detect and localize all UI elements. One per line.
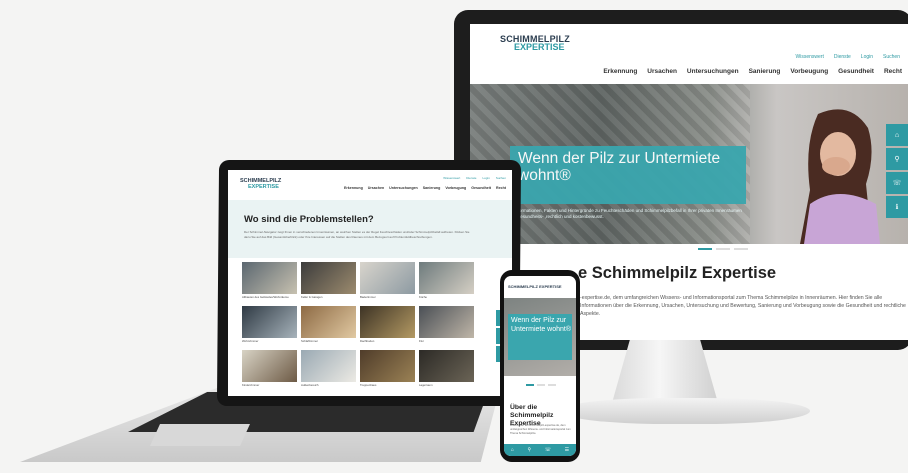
nav-recht[interactable]: Recht: [496, 186, 506, 190]
room-tile[interactable]: Altbauten des Gebäudes/Wohnräume: [242, 262, 297, 302]
home-icon[interactable]: ⌂: [511, 447, 514, 453]
section-heading: e Schimmelpilz Expertise: [578, 264, 777, 282]
room-tile[interactable]: Schlafzimmer: [301, 306, 356, 346]
hero-image: Wenn der Pilz zur Untermiete wohnt® Info…: [470, 84, 908, 244]
site-logo[interactable]: SCHIMMELPILZ EXPERTISE: [240, 178, 281, 190]
room-tile[interactable]: Lagerraum: [419, 350, 474, 390]
main-nav: Erkennung Ursachen Untersuchungen Sanier…: [603, 68, 902, 75]
room-tile-grid: Altbauten des Gebäudes/Wohnräume Keller …: [242, 262, 474, 390]
menu-icon[interactable]: ☰: [565, 447, 569, 453]
room-tile[interactable]: Dachboden: [360, 306, 415, 346]
room-tile[interactable]: Küche: [419, 262, 474, 302]
slider-dots[interactable]: [526, 384, 556, 386]
phone-icon[interactable]: ☏: [886, 172, 908, 194]
top-utility-bar: Wissenswert Dienste Login Suchen: [443, 176, 506, 180]
search-icon[interactable]: ⚲: [527, 447, 531, 453]
intro-paragraph: Der Schimmel-Navigator zeigt Ihnen in ve…: [244, 230, 470, 239]
hero-banner: Wenn der Pilz zur Untermiete wohnt®: [508, 314, 572, 360]
topbar-suchen-link[interactable]: Suchen: [496, 176, 506, 180]
hero-title: Wenn der Pilz zur Untermiete wohnt®: [518, 150, 721, 184]
room-tile[interactable]: Kinderzimmer: [242, 350, 297, 390]
nav-untersuchungen[interactable]: Untersuchungen: [687, 68, 739, 75]
nav-gesundheit[interactable]: Gesundheit: [471, 186, 491, 190]
nav-ursachen[interactable]: Ursachen: [368, 186, 384, 190]
slider-dots[interactable]: [698, 248, 748, 250]
laptop-screen: SCHIMMELPILZ EXPERTISE Wissenswert Diens…: [228, 170, 512, 396]
woman-image: [800, 109, 880, 244]
room-tile[interactable]: Keller & Garagen: [301, 262, 356, 302]
hero-title: Wenn der Pilz zur Untermiete wohnt®: [511, 317, 572, 333]
topbar-suchen-link[interactable]: Suchen: [883, 54, 900, 60]
nav-gesundheit[interactable]: Gesundheit: [838, 68, 874, 75]
main-nav: Erkennung Ursachen Untersuchungen Sanier…: [344, 186, 506, 190]
hero-banner: Wenn der Pilz zur Untermiete wohnt®: [510, 146, 746, 204]
nav-ursachen[interactable]: Ursachen: [647, 68, 677, 75]
intro-paragraph: -expertise.de, dem umfangreichen Wissens…: [580, 295, 906, 317]
topbar-wissenswert-link[interactable]: Wissenswert: [443, 176, 460, 180]
topbar-dienste-link[interactable]: Dienste: [834, 54, 851, 60]
nav-sanierung[interactable]: Sanierung: [423, 186, 441, 190]
info-icon[interactable]: ℹ: [886, 196, 908, 218]
hero-subtitle: Informationen, Fakten und Hintergründe z…: [514, 208, 742, 219]
mobile-bottom-bar: ⌂ ⚲ ☏ ☰: [504, 444, 576, 456]
topbar-dienste-link[interactable]: Dienste: [466, 176, 476, 180]
nav-erkennung[interactable]: Erkennung: [344, 186, 363, 190]
nav-recht[interactable]: Recht: [884, 68, 902, 75]
nav-erkennung[interactable]: Erkennung: [603, 68, 637, 75]
site-logo[interactable]: SCHIMMELPILZ EXPERTISE: [500, 34, 570, 56]
nav-sanierung[interactable]: Sanierung: [749, 68, 781, 75]
laptop-touchpad: [150, 424, 250, 446]
nav-vorbeugung[interactable]: Vorbeugung: [445, 186, 466, 190]
room-tile[interactable]: Wohnzimmer: [242, 306, 297, 346]
intro-paragraph: Willkommen auf schimmelpilz-expertise.de…: [510, 424, 571, 435]
top-utility-bar: Wissenswert Dienste Login Suchen: [796, 54, 901, 60]
room-tile[interactable]: Flur: [419, 306, 474, 346]
topbar-wissenswert-link[interactable]: Wissenswert: [796, 54, 824, 60]
monitor-foot: [560, 398, 810, 424]
side-quick-links: ⌂ ⚲ ☏ ℹ: [886, 124, 908, 218]
nav-untersuchungen[interactable]: Untersuchungen: [389, 186, 418, 190]
phone-screen: SCHIMMELPILZ EXPERTISE Wenn der Pilz zur…: [504, 276, 576, 456]
home-icon[interactable]: ⌂: [886, 124, 908, 146]
search-icon[interactable]: ⚲: [886, 148, 908, 170]
room-tile[interactable]: Treppenhaus: [360, 350, 415, 390]
content-header: [228, 200, 512, 258]
topbar-login-link[interactable]: Login: [861, 54, 873, 60]
topbar-login-link[interactable]: Login: [482, 176, 489, 180]
phone-icon[interactable]: ☏: [545, 447, 551, 453]
nav-vorbeugung[interactable]: Vorbeugung: [790, 68, 828, 75]
page-title: Wo sind die Problemstellen?: [244, 214, 374, 225]
room-tile[interactable]: Außenbereich: [301, 350, 356, 390]
site-logo[interactable]: SCHIMMELPILZ EXPERTISE: [508, 284, 562, 289]
room-tile[interactable]: Badezimmer: [360, 262, 415, 302]
